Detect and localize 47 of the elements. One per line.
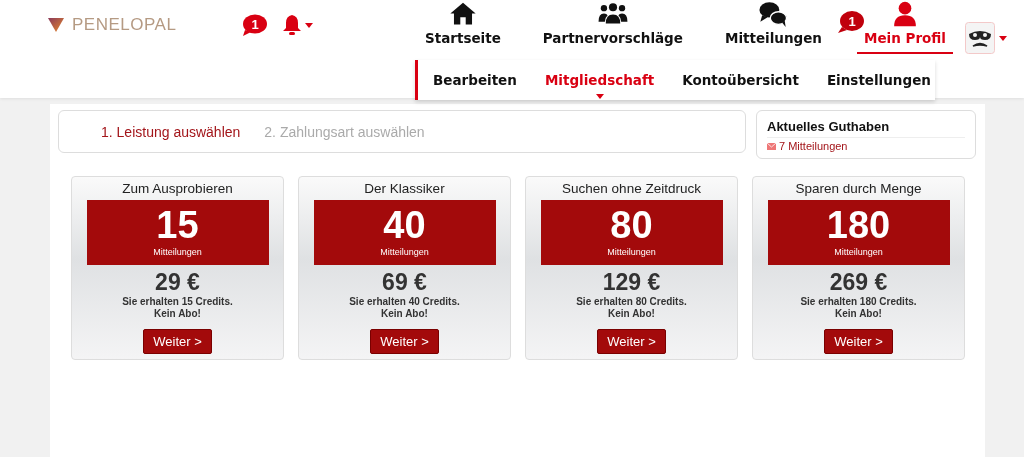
credits-note: Sie erhalten 15 Credits. xyxy=(122,296,233,308)
message-count: 40 xyxy=(383,203,426,247)
credits-note: Sie erhalten 40 Credits. xyxy=(349,296,460,308)
envelope-icon xyxy=(767,142,776,150)
balance-title: Aktuelles Guthaben xyxy=(767,119,891,134)
subscription-note: Kein Abo! xyxy=(608,308,655,320)
balance-messages[interactable]: 7 Mitteilungen xyxy=(779,140,848,152)
subnav-tab[interactable]: Kontoübersicht xyxy=(682,61,799,99)
credits-note: Sie erhalten 80 Credits. xyxy=(576,296,687,308)
package-title: Zum Ausprobieren xyxy=(122,181,233,196)
message-count: 180 xyxy=(826,203,891,247)
subnav-tab[interactable]: Einstellungen xyxy=(826,61,931,99)
credits-note: Sie erhalten 180 Credits. xyxy=(800,296,917,308)
count-unit: Mitteilungen xyxy=(607,247,656,257)
subscription-note: Kein Abo! xyxy=(835,308,882,320)
avatar-icon[interactable] xyxy=(965,22,995,54)
logo-icon xyxy=(48,18,64,32)
subscription-note: Kein Abo! xyxy=(154,308,201,320)
chat-badge-icon[interactable]: 1 xyxy=(242,13,269,37)
nav-tab[interactable]: Startseite xyxy=(418,0,508,54)
step-label: 2. Zahlungsart auswählen xyxy=(264,123,425,140)
bell-icon[interactable] xyxy=(282,14,303,36)
subnav-tab[interactable]: Bearbeiten xyxy=(433,61,517,99)
package-price: 69 € xyxy=(382,269,427,296)
nav-tab[interactable]: Partnervorschläge xyxy=(535,0,690,54)
subnav-tab[interactable]: Mitgliedschaft xyxy=(544,61,655,99)
caret-icon[interactable] xyxy=(305,22,314,28)
package-title: Suchen ohne Zeitdruck xyxy=(562,181,701,196)
continue-button[interactable]: Weiter > xyxy=(370,329,439,354)
package-title: Der Klassiker xyxy=(364,181,445,196)
continue-button[interactable]: Weiter > xyxy=(824,329,893,354)
continue-button[interactable]: Weiter > xyxy=(597,329,666,354)
nav-tab[interactable]: Mein Profil xyxy=(857,0,953,54)
message-count: 15 xyxy=(156,203,199,247)
count-unit: Mitteilungen xyxy=(834,247,883,257)
count-unit: Mitteilungen xyxy=(153,247,202,257)
continue-button[interactable]: Weiter > xyxy=(143,329,212,354)
package-title: Sparen durch Menge xyxy=(795,181,922,196)
message-count: 80 xyxy=(610,203,653,247)
count-badge: 1 xyxy=(837,10,865,34)
package-price: 269 € xyxy=(829,269,888,296)
package-price: 29 € xyxy=(155,269,200,296)
step-label: 1. Leistung auswählen xyxy=(101,123,241,140)
subscription-note: Kein Abo! xyxy=(381,308,428,320)
package-price: 129 € xyxy=(602,269,661,296)
count-unit: Mitteilungen xyxy=(380,247,429,257)
caret-icon[interactable] xyxy=(999,35,1007,41)
